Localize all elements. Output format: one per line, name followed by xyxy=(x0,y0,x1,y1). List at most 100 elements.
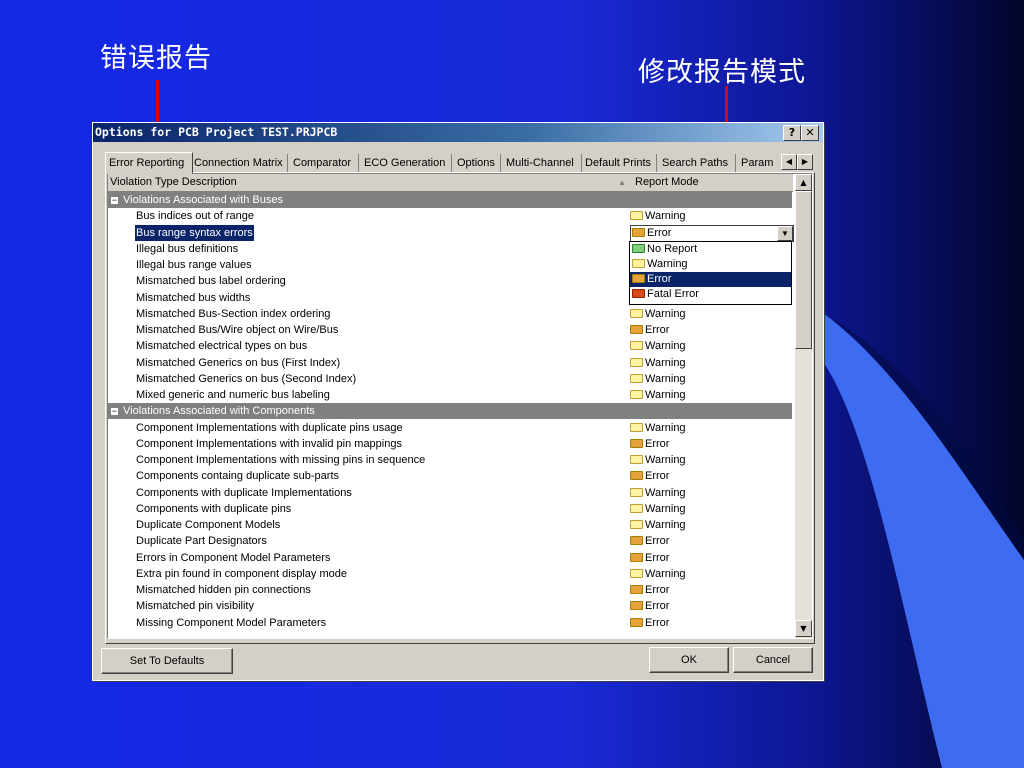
row-report-mode[interactable]: Warning xyxy=(630,452,686,468)
folder-icon xyxy=(630,487,643,497)
tab-multi-channel[interactable]: Multi-Channel xyxy=(503,154,582,172)
scroll-down-icon[interactable]: ▼ xyxy=(795,620,812,637)
table-row[interactable]: Bus indices out of range Warning xyxy=(108,208,792,224)
table-row[interactable]: Extra pin found in component display mod… xyxy=(108,566,792,582)
row-report-mode[interactable]: Warning xyxy=(630,338,686,354)
row-report-mode[interactable]: Warning xyxy=(630,387,686,403)
table-row[interactable]: Component Implementations with missing p… xyxy=(108,452,792,468)
annotation-modify-mode: 修改报告模式 xyxy=(638,57,806,88)
scroll-up-icon[interactable]: ▲ xyxy=(795,174,812,191)
table-row[interactable]: Mismatched electrical types on bus Warnin… xyxy=(108,338,792,354)
report-mode-combo[interactable]: Error ▼ xyxy=(630,224,794,242)
table-row[interactable]: Components with duplicate Implementation… xyxy=(108,485,792,501)
row-description: Duplicate Component Models xyxy=(136,519,281,531)
row-report-mode[interactable]: Warning xyxy=(630,208,686,224)
report-mode-label: Error xyxy=(645,551,670,564)
row-description: Violations Associated with Buses xyxy=(123,194,283,206)
table-row[interactable]: Mismatched Bus/Wire object on Wire/Bus Er… xyxy=(108,322,792,338)
tab-default-prints[interactable]: Default Prints xyxy=(582,154,657,172)
row-report-mode[interactable]: Warning xyxy=(630,566,686,582)
tab-param[interactable]: Param xyxy=(738,154,780,172)
row-report-mode[interactable]: Warning xyxy=(630,355,686,371)
tab-error-reporting[interactable]: Error Reporting xyxy=(105,152,193,174)
folder-icon xyxy=(630,471,643,481)
report-mode-dropdown[interactable]: No Report Warning Error Fatal Error xyxy=(629,241,792,305)
table-row[interactable]: Duplicate Component Models Warning xyxy=(108,517,792,533)
tab-connection-matrix[interactable]: Connection Matrix xyxy=(191,154,288,172)
row-report-mode[interactable]: Warning xyxy=(630,306,686,322)
table-row[interactable]: Duplicate Part Designators Error xyxy=(108,533,792,549)
table-row[interactable]: Mismatched pin visibility Error xyxy=(108,598,792,614)
row-description: Mismatched pin visibility xyxy=(136,600,254,613)
tab-eco-generation[interactable]: ECO Generation xyxy=(361,154,452,172)
group-header-row[interactable]: − Violations Associated with Buses xyxy=(108,192,792,208)
row-report-mode[interactable]: Error xyxy=(630,322,669,338)
folder-icon xyxy=(630,390,643,399)
folder-icon xyxy=(630,536,643,546)
table-row[interactable]: Mismatched Generics on bus (First Index)… xyxy=(108,355,792,371)
row-report-mode[interactable]: Warning xyxy=(630,371,686,387)
help-button[interactable]: ? xyxy=(783,125,801,141)
row-report-mode[interactable]: Warning xyxy=(630,501,686,517)
tab-scroll-right-icon[interactable]: ▶ xyxy=(797,154,813,170)
vertical-scrollbar[interactable]: ▲ ▼ xyxy=(795,174,812,638)
collapse-icon[interactable]: − xyxy=(110,196,119,205)
folder-icon xyxy=(630,308,643,318)
row-description: Components with duplicate Implementation… xyxy=(136,486,352,499)
group-header-row[interactable]: − Violations Associated with Components xyxy=(108,403,792,420)
row-report-mode[interactable]: Warning xyxy=(630,420,686,436)
set-to-defaults-button[interactable]: Set To Defaults xyxy=(101,648,233,674)
tab-comparator[interactable]: Comparator xyxy=(290,154,359,172)
row-report-mode[interactable]: Error xyxy=(630,615,669,631)
row-description: Extra pin found in component display mod… xyxy=(136,567,347,580)
folder-icon xyxy=(630,585,643,594)
table-row[interactable]: Bus range syntax errors Error ▼ xyxy=(108,224,794,242)
report-mode-label: Warning xyxy=(645,372,686,385)
table-row[interactable]: Errors in Component Model Parameters Erro… xyxy=(108,550,792,566)
row-report-mode[interactable]: Error xyxy=(630,598,669,614)
collapse-icon[interactable]: − xyxy=(110,407,119,417)
scroll-thumb[interactable] xyxy=(795,191,812,349)
dropdown-option[interactable]: Warning xyxy=(630,257,791,272)
row-report-mode[interactable]: Warning xyxy=(630,485,686,501)
row-description: Mismatched Generics on bus (First Index) xyxy=(136,356,341,369)
table-row[interactable]: Components containg duplicate sub-parts E… xyxy=(108,468,792,484)
folder-icon xyxy=(632,227,645,237)
row-report-mode[interactable]: Error xyxy=(630,533,669,549)
table-row[interactable]: Component Implementations with invalid p… xyxy=(108,436,792,452)
table-row[interactable]: Mismatched hidden pin connections Error xyxy=(108,582,792,598)
report-mode-label: Warning xyxy=(645,389,686,401)
row-description: Bus range syntax errors xyxy=(135,224,254,241)
folder-icon xyxy=(630,601,643,611)
dropdown-arrow-icon[interactable]: ▼ xyxy=(777,225,793,241)
row-report-mode[interactable]: Warning xyxy=(630,517,686,533)
row-report-mode[interactable]: Error xyxy=(630,436,669,452)
dropdown-option-label: Warning xyxy=(647,258,688,270)
table-row[interactable]: Component Implementations with duplicate… xyxy=(108,420,792,436)
table-row[interactable]: Components with duplicate pins Warning xyxy=(108,501,792,517)
annotation-error-report: 错误报告 xyxy=(100,43,212,74)
table-row[interactable]: Mismatched Bus-Section index ordering War… xyxy=(108,306,792,322)
folder-icon xyxy=(630,211,643,221)
column-header-description[interactable]: Violation Type Description ▲ xyxy=(108,174,635,192)
row-report-mode[interactable]: Error xyxy=(630,468,669,484)
cancel-button[interactable]: Cancel xyxy=(733,647,813,673)
table-row[interactable]: Mixed generic and numeric bus labeling Wa… xyxy=(108,387,792,403)
row-report-mode[interactable]: Error xyxy=(630,550,669,566)
table-row[interactable]: Mismatched Generics on bus (Second Index… xyxy=(108,371,792,387)
ok-button[interactable]: OK xyxy=(649,647,729,673)
tab-options[interactable]: Options xyxy=(454,154,501,172)
tab-scroll-left-icon[interactable]: ◀ xyxy=(781,154,797,170)
tab-search-paths[interactable]: Search Paths xyxy=(659,154,736,172)
dropdown-option[interactable]: Fatal Error xyxy=(630,287,791,302)
dropdown-option[interactable]: No Report xyxy=(630,242,791,257)
folder-icon xyxy=(632,259,645,268)
close-button[interactable]: ✕ xyxy=(801,125,819,141)
folder-icon xyxy=(632,244,645,253)
row-report-mode[interactable]: Error xyxy=(630,582,669,598)
dropdown-option-label: Error xyxy=(647,273,672,285)
column-header-mode[interactable]: Report Mode xyxy=(633,174,793,192)
row-description: Illegal bus range values xyxy=(136,259,252,271)
dropdown-option[interactable]: Error xyxy=(630,272,791,287)
table-row[interactable]: Missing Component Model Parameters Error xyxy=(108,615,792,631)
